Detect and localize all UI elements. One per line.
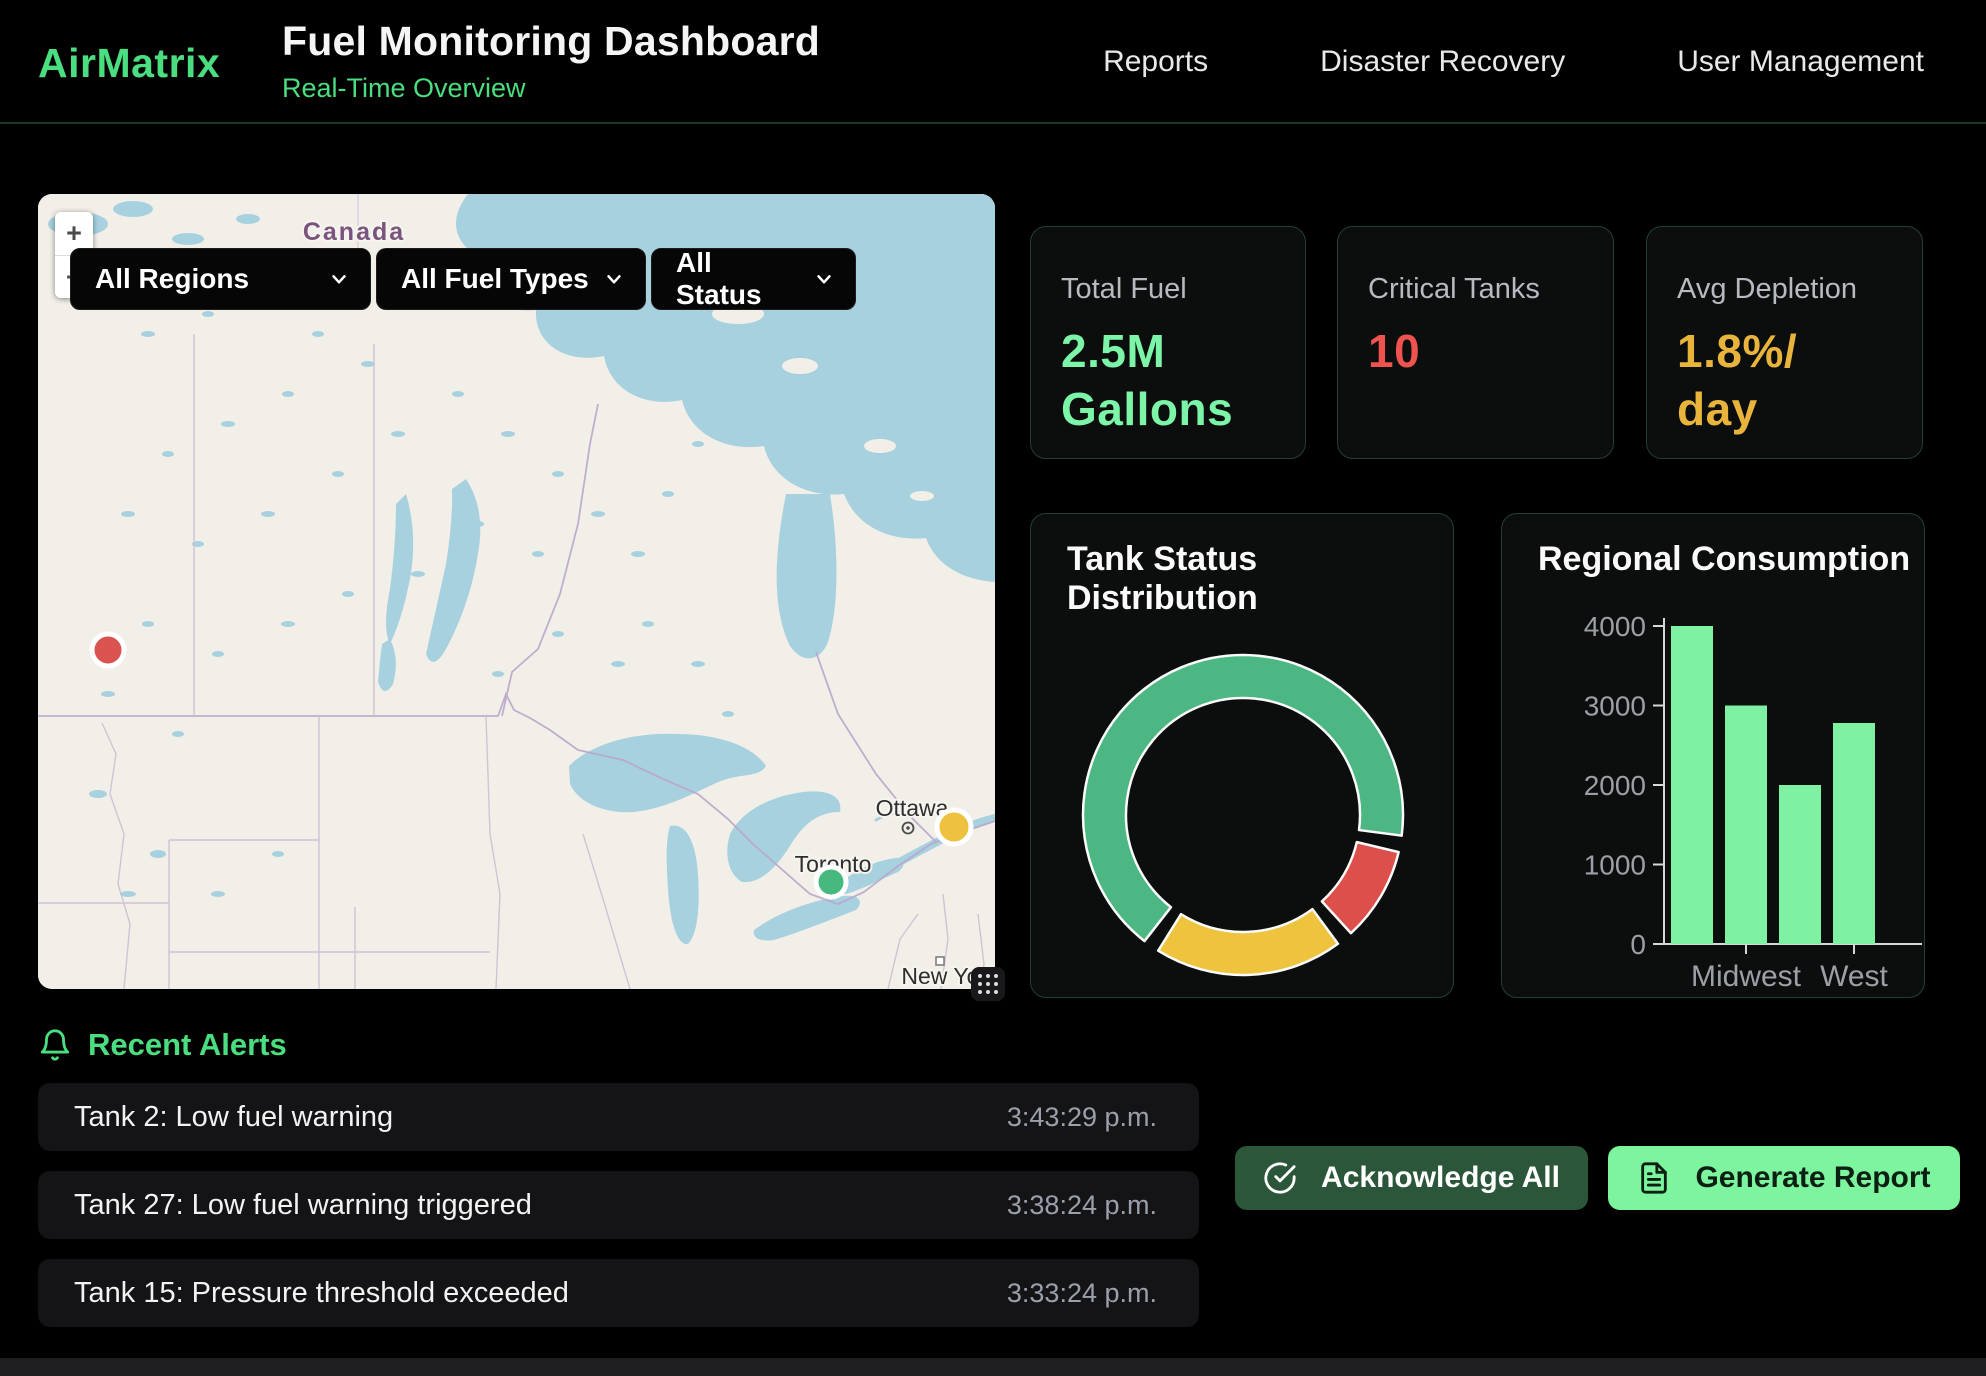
title-block: Fuel Monitoring Dashboard Real-Time Over… [282,18,820,104]
regional-consumption-chart-card: 0 1000 2000 3000 4000 Midwest West Regional Co… [1501,513,1925,998]
stat-card-avg-depletion: Avg Depletion 1.8%/ day [1646,226,1923,459]
chevron-down-icon [603,268,625,290]
map-canvas[interactable]: Canada Ottawa Toronto New York [38,194,995,989]
top-nav: Reports Disaster Recovery User Managemen… [1103,0,1924,124]
stat-card-total-fuel: Total Fuel 2.5M Gallons [1030,226,1306,459]
svg-text:2000: 2000 [1584,770,1646,801]
svg-text:Midwest: Midwest [1691,960,1802,993]
recent-alerts-title: Recent Alerts [88,1027,287,1063]
acknowledge-all-button[interactable]: Acknowledge All [1235,1146,1588,1210]
nav-reports[interactable]: Reports [1103,45,1208,79]
svg-text:3000: 3000 [1584,691,1646,722]
chevron-down-icon [813,268,835,290]
svg-text:4000: 4000 [1584,611,1646,642]
tank-status-chart-card: Tank Status Distribution [1030,513,1454,998]
recent-alerts-header: Recent Alerts [38,1026,287,1064]
stat-value: 1.8%/ day [1677,322,1922,438]
chart-title: Regional Consumption [1538,540,1910,579]
fuel-type-filter-value: All Fuel Types [401,263,589,295]
bottom-bar [0,1358,1986,1376]
status-filter-dropdown[interactable]: All Status [651,248,856,310]
stat-card-critical-tanks: Critical Tanks 10 [1337,226,1614,459]
alert-message: Tank 15: Pressure threshold exceeded [74,1277,569,1310]
app-logo: AirMatrix [38,40,220,87]
alert-row-tank-27[interactable]: Tank 27: Low fuel warning triggered 3:38… [38,1171,1199,1239]
map-label-canada: Canada [303,218,405,246]
document-icon [1637,1161,1671,1195]
map-resize-handle[interactable] [971,967,1005,1001]
alert-row-tank-15[interactable]: Tank 15: Pressure threshold exceeded 3:3… [38,1259,1199,1327]
check-circle-icon [1263,1161,1297,1195]
stat-label: Avg Depletion [1677,273,1922,306]
nav-disaster-recovery[interactable]: Disaster Recovery [1320,45,1565,79]
generate-report-button[interactable]: Generate Report [1608,1146,1960,1210]
alert-message: Tank 27: Low fuel warning triggered [74,1189,532,1222]
status-filter-value: All Status [676,247,799,311]
map-marker-yellow[interactable] [937,810,971,844]
page-title: Fuel Monitoring Dashboard [282,18,820,65]
stat-value: 2.5M Gallons [1061,322,1305,438]
nav-user-management[interactable]: User Management [1677,45,1924,79]
svg-text:1000: 1000 [1584,850,1646,881]
stat-value: 10 [1368,322,1613,380]
alert-message: Tank 2: Low fuel warning [74,1101,393,1134]
bell-icon [38,1026,72,1064]
regional-consumption-bar-chart: 0 1000 2000 3000 4000 Midwest West [1502,514,1926,999]
map-marker-green[interactable] [816,867,846,897]
top-header: AirMatrix Fuel Monitoring Dashboard Real… [0,0,1986,124]
svg-text:West: West [1820,960,1888,993]
fuel-type-filter-dropdown[interactable]: All Fuel Types [376,248,646,310]
region-filter-value: All Regions [95,263,249,295]
chart-title: Tank Status Distribution [1067,540,1453,618]
region-filter-dropdown[interactable]: All Regions [70,248,371,310]
stat-label: Total Fuel [1061,273,1305,306]
alert-timestamp: 3:43:29 p.m. [1007,1102,1157,1133]
svg-text:0: 0 [1630,929,1646,960]
alert-timestamp: 3:33:24 p.m. [1007,1278,1157,1309]
alert-row-tank-2[interactable]: Tank 2: Low fuel warning 3:43:29 p.m. [38,1083,1199,1151]
chevron-down-icon [328,268,350,290]
map-card: Canada Ottawa Toronto New York + − All R… [38,194,995,989]
map-marker-red[interactable] [92,634,124,666]
stat-label: Critical Tanks [1368,273,1613,306]
map-filters: All Regions All Fuel Types All Status [70,248,856,310]
alert-timestamp: 3:38:24 p.m. [1007,1190,1157,1221]
page-subtitle: Real-Time Overview [282,73,820,104]
